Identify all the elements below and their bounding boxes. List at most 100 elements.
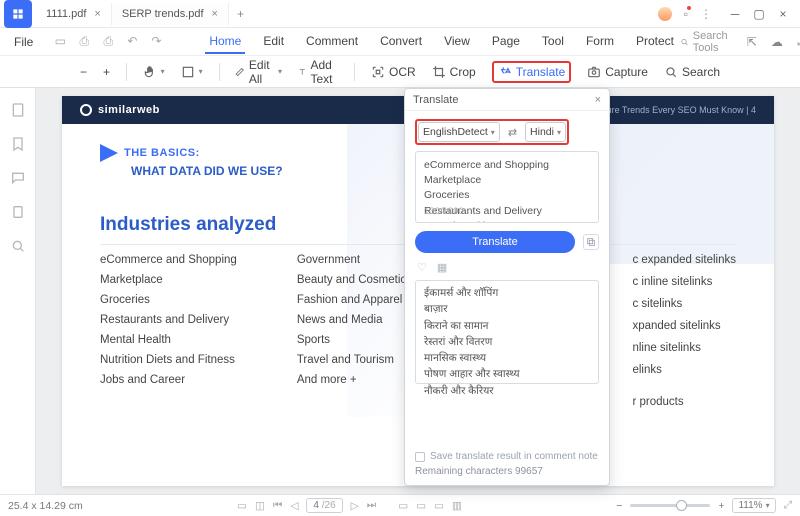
edit-all-button[interactable]: Edit All▾ <box>235 58 282 86</box>
user-avatar[interactable] <box>658 7 672 21</box>
kebab-menu-icon[interactable]: ⋮ <box>700 7 712 21</box>
copy-icon[interactable] <box>583 234 599 250</box>
zoom-slider[interactable] <box>630 504 710 507</box>
search-label: Search <box>682 65 720 79</box>
zoom-out-button[interactable]: − <box>80 65 87 79</box>
view-mode-1-icon[interactable]: ▭ <box>398 500 408 512</box>
target-language-label: Hindi <box>530 126 554 138</box>
side-panel-rail <box>0 88 36 494</box>
add-text-label: Add Text <box>310 58 338 86</box>
list-item: Restaurants and Delivery <box>100 314 237 326</box>
zoom-value[interactable]: 111%▾ <box>732 498 775 513</box>
status-bar: 25.4 x 14.29 cm ▭ ◫ ⏮ ◁ 4 /26 ▷ ⏭ ▭ ▭ ▭ … <box>0 494 800 516</box>
source-language-select[interactable]: EnglishDetect▾ <box>418 122 500 142</box>
target-language-select[interactable]: Hindi▾ <box>525 122 566 142</box>
menu-home[interactable]: Home <box>205 30 245 54</box>
redo-icon[interactable]: ↷ <box>149 34 163 49</box>
print-icon[interactable]: ⎙ <box>101 34 115 49</box>
capture-button[interactable]: Capture <box>587 65 648 79</box>
menu-tool[interactable]: Tool <box>538 30 568 54</box>
document-tab[interactable]: SERP trends.pdf × <box>112 3 229 25</box>
checkbox-label: Save translate result in comment note <box>430 451 598 462</box>
close-panel-icon[interactable]: × <box>595 94 601 106</box>
menu-page[interactable]: Page <box>488 30 524 54</box>
crop-button[interactable]: Crop <box>432 65 476 79</box>
close-icon[interactable]: × <box>212 8 218 20</box>
minimize-button[interactable]: ─ <box>724 3 746 25</box>
last-page-icon[interactable]: ⏭ <box>367 499 376 512</box>
cloud-icon[interactable]: ☁ <box>771 35 783 49</box>
file-menu[interactable]: File <box>6 35 41 49</box>
line: Marketplace <box>424 173 590 188</box>
separator <box>126 63 127 81</box>
menu-comment[interactable]: Comment <box>302 30 362 54</box>
document-tab[interactable]: 1111.pdf × <box>36 3 112 25</box>
add-text-button[interactable]: Add Text <box>298 58 338 86</box>
translated-text-box[interactable]: ईकामर्स और शॉपिंग बाज़ार किराने का सामान… <box>415 280 599 384</box>
list-item: Marketplace <box>100 274 237 286</box>
close-window-button[interactable]: × <box>772 3 794 25</box>
zoom-in-icon[interactable]: + <box>718 500 724 512</box>
translate-button[interactable]: Translate <box>492 61 572 83</box>
notifications-icon[interactable]: ▫ <box>684 7 688 21</box>
tab-title: 1111.pdf <box>46 8 86 20</box>
open-icon[interactable]: ▭ <box>53 34 67 49</box>
capture-label: Capture <box>605 65 648 79</box>
search-button[interactable]: Search <box>664 65 720 79</box>
list-item: c inline sitelinks <box>632 276 736 288</box>
view-mode-2-icon[interactable]: ▭ <box>416 500 426 512</box>
undo-icon[interactable]: ↶ <box>125 34 139 49</box>
bookmarks-icon[interactable] <box>10 136 26 152</box>
menu-edit[interactable]: Edit <box>259 30 288 54</box>
search-tools[interactable]: Search Tools <box>680 30 733 54</box>
hand-tool[interactable]: ▾ <box>143 65 165 79</box>
prev-page-icon[interactable]: ◁ <box>290 500 298 512</box>
translate-label: Translate <box>516 65 566 79</box>
save-icon[interactable]: ⎙ <box>77 34 91 49</box>
brand-label: similarweb <box>98 104 160 116</box>
next-page-icon[interactable]: ▷ <box>351 500 359 512</box>
menu-view[interactable]: View <box>440 30 474 54</box>
attachments-icon[interactable] <box>10 204 26 220</box>
translate-action-button[interactable]: Translate <box>415 231 575 253</box>
thumbnails-icon[interactable] <box>10 102 26 118</box>
save-as-comment-checkbox[interactable]: Save translate result in comment note <box>415 451 599 462</box>
list-item: xpanded sitelinks <box>632 320 736 332</box>
comments-icon[interactable] <box>10 170 26 186</box>
fit-page-icon[interactable]: ▭ <box>237 500 247 512</box>
char-counter: 130/1000 <box>424 205 464 219</box>
search-tools-placeholder: Search Tools <box>693 30 733 54</box>
fullscreen-icon[interactable]: ⤢ <box>784 499 792 512</box>
fit-width-icon[interactable]: ◫ <box>255 500 265 512</box>
list-item: Fashion and Apparel <box>297 294 412 306</box>
industries-col-1: eCommerce and Shopping Marketplace Groce… <box>100 254 237 408</box>
search-panel-icon[interactable] <box>10 238 26 254</box>
app-logo <box>4 0 32 28</box>
menu-convert[interactable]: Convert <box>376 30 426 54</box>
add-tab-button[interactable]: + <box>229 7 252 21</box>
menu-form[interactable]: Form <box>582 30 618 54</box>
select-tool[interactable]: ▾ <box>181 65 203 79</box>
ocr-button[interactable]: OCR <box>371 65 416 79</box>
current-page[interactable]: 4 <box>313 500 319 511</box>
share-icon[interactable]: ⇱ <box>747 35 757 49</box>
maximize-button[interactable]: ▢ <box>748 3 770 25</box>
zoom-label: 111% <box>738 500 762 511</box>
source-text-box[interactable]: eCommerce and Shopping Marketplace Groce… <box>415 151 599 223</box>
toolbar: − + ▾ ▾ Edit All▾ Add Text OCR Crop Tran… <box>0 56 800 88</box>
section-tag: THE BASICS: <box>124 147 200 159</box>
zoom-in-button[interactable]: + <box>103 65 110 79</box>
playback-icon[interactable]: ▦ <box>437 261 447 274</box>
checkbox-icon <box>415 452 425 462</box>
menu-protect[interactable]: Protect <box>632 30 678 54</box>
close-icon[interactable]: × <box>94 8 100 20</box>
list-item: And more + <box>297 374 412 386</box>
first-page-icon[interactable]: ⏮ <box>273 499 282 512</box>
swap-languages-button[interactable]: ⇄ <box>506 126 519 139</box>
view-mode-4-icon[interactable]: ▥ <box>452 500 462 512</box>
favorite-icon[interactable]: ♡ <box>417 261 427 274</box>
view-mode-3-icon[interactable]: ▭ <box>434 500 444 512</box>
zoom-out-icon[interactable]: − <box>616 500 622 512</box>
industries-col-2: Government Beauty and Cosmetics Fashion … <box>297 254 412 408</box>
source-language-label: EnglishDetect <box>423 126 488 138</box>
